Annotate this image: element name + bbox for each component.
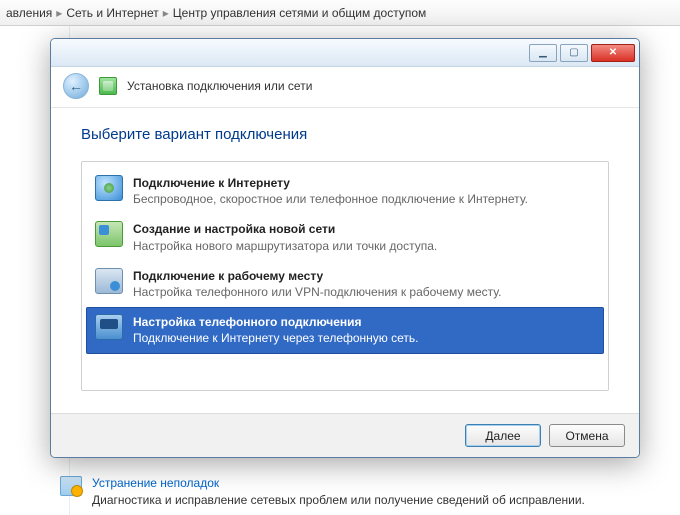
wizard-header: ← Установка подключения или сети bbox=[51, 67, 639, 108]
modem-icon bbox=[95, 314, 123, 340]
globe-icon bbox=[95, 175, 123, 201]
option-subtitle: Подключение к Интернету через телефонную… bbox=[133, 330, 419, 346]
maximize-button[interactable]: ▢ bbox=[560, 44, 588, 62]
option-subtitle: Настройка телефонного или VPN-подключени… bbox=[133, 284, 501, 300]
close-button[interactable]: ✕ bbox=[591, 44, 635, 62]
option-title: Настройка телефонного подключения bbox=[133, 314, 419, 330]
back-button[interactable]: ← bbox=[63, 73, 89, 99]
router-icon bbox=[95, 221, 123, 247]
troubleshoot-block: Устранение неполадок Диагностика и испра… bbox=[60, 476, 585, 507]
breadcrumb-seg[interactable]: Центр управления сетями и общим доступом bbox=[173, 6, 427, 20]
cancel-button[interactable]: Отмена bbox=[549, 424, 625, 447]
workplace-icon bbox=[95, 268, 123, 294]
option-title: Подключение к рабочему месту bbox=[133, 268, 501, 284]
chevron-right-icon: ▸ bbox=[163, 6, 169, 20]
option-workplace[interactable]: Подключение к рабочему месту Настройка т… bbox=[86, 261, 604, 307]
option-internet[interactable]: Подключение к Интернету Беспроводное, ск… bbox=[86, 168, 604, 214]
wizard-heading: Выберите вариант подключения bbox=[81, 126, 609, 143]
troubleshoot-link[interactable]: Устранение неполадок bbox=[92, 476, 585, 490]
troubleshoot-icon bbox=[60, 476, 82, 496]
breadcrumb[interactable]: авления ▸ Сеть и Интернет ▸ Центр управл… bbox=[0, 0, 680, 26]
arrow-left-icon: ← bbox=[69, 78, 83, 94]
wizard-dialog: ▁ ▢ ✕ ← Установка подключения или сети В… bbox=[50, 38, 640, 458]
breadcrumb-seg[interactable]: авления bbox=[6, 6, 52, 20]
chevron-right-icon: ▸ bbox=[56, 6, 62, 20]
breadcrumb-seg[interactable]: Сеть и Интернет bbox=[66, 6, 158, 20]
troubleshoot-description: Диагностика и исправление сетевых пробле… bbox=[92, 493, 585, 507]
option-subtitle: Беспроводное, скоростное или телефонное … bbox=[133, 191, 528, 207]
wizard-title: Установка подключения или сети bbox=[127, 79, 312, 93]
wizard-footer: Далее Отмена bbox=[51, 413, 639, 457]
option-subtitle: Настройка нового маршрутизатора или точк… bbox=[133, 238, 437, 254]
option-dialup[interactable]: Настройка телефонного подключения Подклю… bbox=[86, 307, 604, 353]
option-title: Создание и настройка новой сети bbox=[133, 221, 437, 237]
next-button[interactable]: Далее bbox=[465, 424, 541, 447]
option-new-network[interactable]: Создание и настройка новой сети Настройк… bbox=[86, 214, 604, 260]
titlebar[interactable]: ▁ ▢ ✕ bbox=[51, 39, 639, 67]
option-title: Подключение к Интернету bbox=[133, 175, 528, 191]
minimize-button[interactable]: ▁ bbox=[529, 44, 557, 62]
options-list: Подключение к Интернету Беспроводное, ск… bbox=[81, 161, 609, 391]
network-setup-icon bbox=[99, 77, 117, 95]
